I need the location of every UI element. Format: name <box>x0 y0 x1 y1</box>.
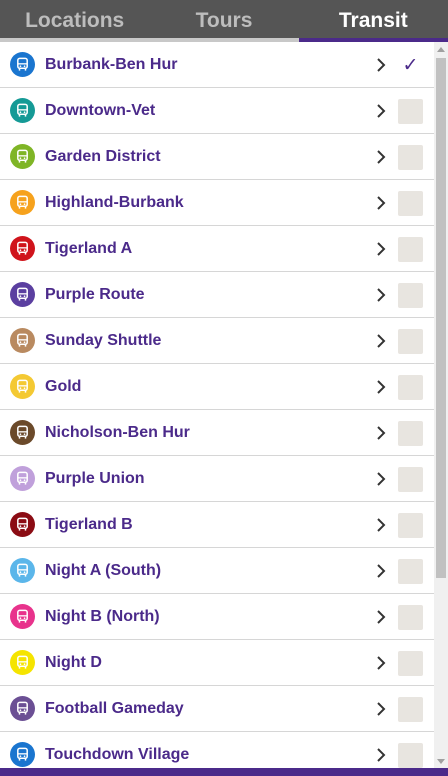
bus-icon <box>10 328 35 353</box>
bus-icon <box>10 512 35 537</box>
bus-icon <box>10 604 35 629</box>
bus-icon <box>10 696 35 721</box>
route-checkbox[interactable] <box>398 283 423 308</box>
route-checkbox[interactable] <box>398 697 423 722</box>
chevron-right-icon[interactable] <box>374 287 388 303</box>
route-row[interactable]: Sunday Shuttle <box>0 318 434 364</box>
route-row[interactable]: Garden District <box>0 134 434 180</box>
route-row[interactable]: Night B (North) <box>0 594 434 640</box>
chevron-right-icon[interactable] <box>374 655 388 671</box>
tab-label: Transit <box>338 9 408 32</box>
route-name: Tigerland A <box>45 240 133 257</box>
route-checkbox[interactable] <box>398 375 423 400</box>
route-checkbox[interactable] <box>398 605 423 630</box>
tab-locations[interactable]: Locations <box>0 0 150 42</box>
bus-icon <box>10 558 35 583</box>
route-row[interactable]: Night A (South) <box>0 548 434 594</box>
bus-icon <box>10 236 35 261</box>
scroll-down-arrow-icon[interactable] <box>434 754 448 768</box>
route-name: Sunday Shuttle <box>45 332 162 349</box>
route-name: Nicholson-Ben Hur <box>45 424 190 441</box>
route-name: Football Gameday <box>45 700 184 717</box>
bus-icon <box>10 144 35 169</box>
route-checkbox[interactable] <box>398 513 423 538</box>
chevron-right-icon[interactable] <box>374 333 388 349</box>
route-row[interactable]: Purple Union <box>0 456 434 502</box>
route-checkbox[interactable] <box>398 329 423 354</box>
route-name: Night B (North) <box>45 608 160 625</box>
route-row[interactable]: Night D <box>0 640 434 686</box>
tab-transit[interactable]: Transit <box>298 0 448 42</box>
chevron-right-icon[interactable] <box>374 425 388 441</box>
route-row[interactable]: Tigerland B <box>0 502 434 548</box>
route-name: Highland-Burbank <box>45 194 184 211</box>
route-checkbox[interactable] <box>398 421 423 446</box>
chevron-right-icon[interactable] <box>374 241 388 257</box>
route-row[interactable]: Football Gameday <box>0 686 434 732</box>
bus-icon <box>10 52 35 77</box>
tab-label: Locations <box>25 9 125 32</box>
route-name: Night D <box>45 654 102 671</box>
route-checkbox[interactable] <box>398 191 423 216</box>
bus-icon <box>10 282 35 307</box>
route-name: Tigerland B <box>45 516 133 533</box>
bus-icon <box>10 98 35 123</box>
route-checkbox[interactable]: ✓ <box>398 53 423 78</box>
bus-icon <box>10 190 35 215</box>
route-checkbox[interactable] <box>398 743 423 768</box>
bus-icon <box>10 466 35 491</box>
bus-icon <box>10 742 35 767</box>
tab-bar: Locations Tours Transit <box>0 0 448 42</box>
route-row[interactable]: Purple Route <box>0 272 434 318</box>
route-row[interactable]: Nicholson-Ben Hur <box>0 410 434 456</box>
tab-tours[interactable]: Tours <box>149 0 299 42</box>
route-name: Burbank-Ben Hur <box>45 56 178 73</box>
scrollbar[interactable] <box>434 42 448 768</box>
chevron-right-icon[interactable] <box>374 563 388 579</box>
bus-icon <box>10 650 35 675</box>
route-checkbox[interactable] <box>398 237 423 262</box>
route-row[interactable]: Touchdown Village <box>0 732 434 768</box>
chevron-right-icon[interactable] <box>374 103 388 119</box>
route-row[interactable]: Burbank-Ben Hur ✓ <box>0 42 434 88</box>
route-row[interactable]: Highland-Burbank <box>0 180 434 226</box>
route-row[interactable]: Tigerland A <box>0 226 434 272</box>
chevron-right-icon[interactable] <box>374 747 388 763</box>
chevron-right-icon[interactable] <box>374 379 388 395</box>
scrollbar-thumb[interactable] <box>436 58 446 578</box>
route-name: Purple Route <box>45 286 145 303</box>
bottom-accent-bar <box>0 768 448 776</box>
route-list[interactable]: Burbank-Ben Hur ✓ Downtown-Vet Garden Distr… <box>0 42 434 768</box>
chevron-right-icon[interactable] <box>374 517 388 533</box>
route-checkbox[interactable] <box>398 651 423 676</box>
checkmark-icon: ✓ <box>402 55 419 76</box>
route-name: Touchdown Village <box>45 746 190 763</box>
tab-label: Tours <box>195 9 253 32</box>
chevron-right-icon[interactable] <box>374 149 388 165</box>
route-name: Night A (South) <box>45 562 162 579</box>
route-name: Downtown-Vet <box>45 102 156 119</box>
route-row[interactable]: Gold <box>0 364 434 410</box>
bus-icon <box>10 420 35 445</box>
route-checkbox[interactable] <box>398 559 423 584</box>
chevron-right-icon[interactable] <box>374 471 388 487</box>
route-checkbox[interactable] <box>398 467 423 492</box>
bus-icon <box>10 374 35 399</box>
chevron-right-icon[interactable] <box>374 609 388 625</box>
route-row[interactable]: Downtown-Vet <box>0 88 434 134</box>
route-name: Garden District <box>45 148 161 165</box>
scroll-up-arrow-icon[interactable] <box>434 42 448 56</box>
chevron-right-icon[interactable] <box>374 195 388 211</box>
route-checkbox[interactable] <box>398 145 423 170</box>
route-name: Purple Union <box>45 470 145 487</box>
chevron-right-icon[interactable] <box>374 57 388 73</box>
route-checkbox[interactable] <box>398 99 423 124</box>
route-name: Gold <box>45 378 82 395</box>
chevron-right-icon[interactable] <box>374 701 388 717</box>
